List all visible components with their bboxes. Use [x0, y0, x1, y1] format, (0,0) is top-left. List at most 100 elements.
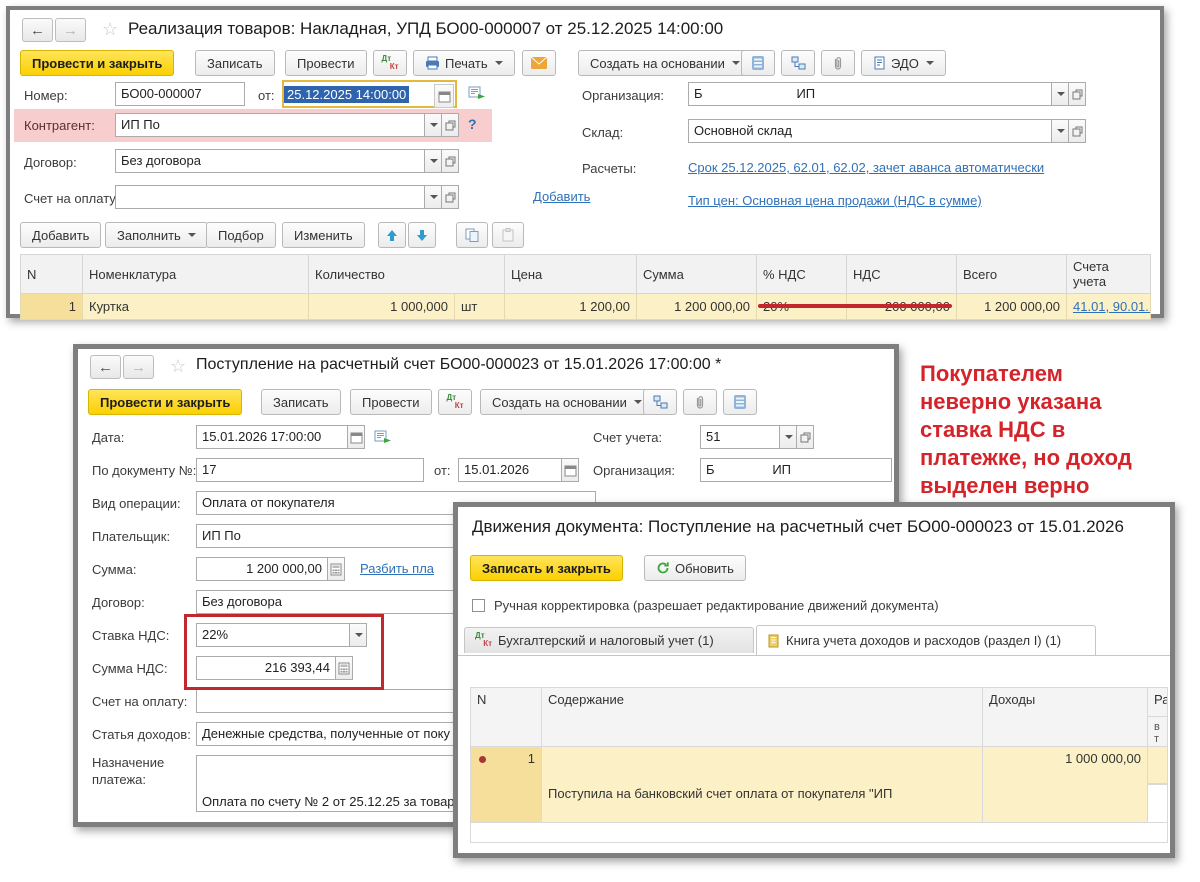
invoice-dropdown-button[interactable] [425, 185, 442, 209]
help-question-icon[interactable]: ? [468, 116, 477, 132]
counterparty-dropdown-button[interactable] [425, 113, 442, 137]
movement-expense-cell[interactable] [1147, 746, 1168, 784]
set-current-time-icon[interactable] [374, 429, 392, 449]
save-button[interactable]: Записать [195, 50, 275, 76]
calendar-icon[interactable] [562, 458, 579, 482]
col-price[interactable]: Цена [504, 254, 637, 294]
col-expense-sub[interactable]: в т [1147, 716, 1168, 747]
doc-number-field[interactable]: 17 [196, 458, 424, 482]
forward-button[interactable]: → [123, 355, 154, 379]
item-sum[interactable]: 1 200 000,00 [636, 293, 757, 320]
document-date-field[interactable]: 25.12.2025 14:00:00 [282, 80, 457, 108]
create-based-on-button[interactable]: Создать на основании [578, 50, 752, 76]
warehouse-open-button[interactable] [1069, 119, 1086, 143]
warehouse-dropdown-button[interactable] [1052, 119, 1069, 143]
contract-dropdown-button[interactable] [425, 149, 442, 173]
col-content[interactable]: Содержание [541, 687, 983, 747]
post-and-close-button[interactable]: Провести и закрыть [20, 50, 175, 76]
dtkt-postings-button[interactable]: Дт Кт [438, 389, 472, 415]
manual-adjustment-checkbox[interactable] [472, 599, 485, 612]
reports-button[interactable] [723, 389, 757, 415]
col-accounts[interactable]: Счета учета [1066, 254, 1151, 294]
calculator-icon[interactable] [328, 557, 345, 581]
pick-button[interactable]: Подбор [206, 222, 276, 248]
calendar-icon[interactable] [348, 425, 365, 449]
movement-content-cell[interactable]: Поступила на банковский счет оплата от п… [541, 746, 983, 823]
print-button[interactable]: Печать [413, 50, 515, 76]
col-income[interactable]: Доходы [982, 687, 1148, 747]
number-field[interactable]: БО00-000007 [115, 82, 245, 106]
contract-open-button[interactable] [442, 149, 459, 173]
account-dropdown-button[interactable] [780, 425, 797, 449]
add-invoice-link[interactable]: Добавить [533, 189, 590, 204]
dtkt-postings-button[interactable]: Дт Кт [373, 50, 407, 76]
tab-kudir[interactable]: Книга учета доходов и расходов (раздел I… [756, 625, 1096, 655]
counterparty-open-button[interactable] [442, 113, 459, 137]
organization-field[interactable]: Б ИП [688, 82, 1052, 106]
attachments-button[interactable] [821, 50, 855, 76]
post-and-close-button[interactable]: Провести и закрыть [88, 389, 243, 415]
save-button[interactable]: Записать [261, 389, 341, 415]
movement-marker-cell[interactable]: 1 [470, 746, 542, 823]
organization-open-button[interactable] [1069, 82, 1086, 106]
organization-field[interactable]: Б ИП [700, 458, 892, 482]
item-qty[interactable]: 1 000,000 [308, 293, 455, 320]
reports-button[interactable] [741, 50, 775, 76]
invoice-open-button[interactable] [442, 185, 459, 209]
back-button[interactable]: ← [90, 355, 121, 379]
amount-field[interactable]: 1 200 000,00 [196, 557, 328, 581]
edit-row-button[interactable]: Изменить [282, 222, 365, 248]
paste-button[interactable] [492, 222, 524, 248]
split-payment-link[interactable]: Разбить пла [360, 561, 434, 576]
item-price[interactable]: 1 200,00 [504, 293, 637, 320]
document-structure-button[interactable] [643, 389, 677, 415]
move-up-button[interactable] [378, 222, 406, 248]
warehouse-field[interactable]: Основной склад [688, 119, 1052, 143]
calendar-icon[interactable] [434, 84, 454, 108]
fill-button[interactable]: Заполнить [105, 222, 208, 248]
col-sum[interactable]: Сумма [636, 254, 757, 294]
save-and-close-button[interactable]: Записать и закрыть [470, 555, 623, 581]
favorite-star-icon[interactable]: ☆ [170, 356, 186, 377]
attachments-button[interactable] [683, 389, 717, 415]
item-total[interactable]: 1 200 000,00 [956, 293, 1067, 320]
movement-income-cell[interactable]: 1 000 000,00 [982, 746, 1148, 823]
forward-button[interactable]: → [55, 18, 86, 42]
col-vat[interactable]: НДС [846, 254, 957, 294]
add-row-button[interactable]: Добавить [20, 222, 102, 248]
col-n[interactable]: N [20, 254, 83, 294]
account-open-button[interactable] [797, 425, 814, 449]
account-field[interactable]: 51 [700, 425, 780, 449]
item-row[interactable]: 1 Куртка 1 000,000 шт 1 200,00 1 200 000… [20, 293, 1151, 320]
copy-button[interactable] [456, 222, 488, 248]
tab-accounting[interactable]: Дт Кт Бухгалтерский и налоговый учет (1) [464, 627, 754, 653]
post-button[interactable]: Провести [350, 389, 432, 415]
item-nomenclature[interactable]: Куртка [82, 293, 309, 320]
back-button[interactable]: ← [22, 18, 53, 42]
col-nomenclature[interactable]: Номенклатура [82, 254, 309, 294]
invoice-label: Счет на оплату: [24, 191, 120, 206]
settlements-link[interactable]: Срок 25.12.2025, 62.01, 62.02, зачет ава… [688, 160, 1044, 175]
refresh-button[interactable]: Обновить [644, 555, 746, 581]
contract-field[interactable]: Без договора [115, 149, 425, 173]
document-structure-button[interactable] [781, 50, 815, 76]
col-total[interactable]: Всего [956, 254, 1067, 294]
price-type-link[interactable]: Тип цен: Основная цена продажи (НДС в су… [688, 193, 982, 208]
edo-button[interactable]: ЭДО [861, 50, 946, 76]
favorite-star-icon[interactable]: ☆ [102, 19, 118, 40]
doc-date-field[interactable]: 15.01.2026 [458, 458, 562, 482]
move-down-button[interactable] [408, 222, 436, 248]
col-vat-pct[interactable]: % НДС [756, 254, 847, 294]
create-based-on-button[interactable]: Создать на основании [480, 389, 654, 415]
invoice-field[interactable] [115, 185, 425, 209]
col-expense[interactable]: Ра [1147, 687, 1168, 717]
date-field[interactable]: 15.01.2026 17:00:00 [196, 425, 348, 449]
accounts-link[interactable]: 41.01, 90.01.1, [1073, 299, 1150, 314]
set-current-time-icon[interactable] [468, 85, 486, 105]
send-email-button[interactable] [522, 50, 556, 76]
post-button[interactable]: Провести [285, 50, 367, 76]
counterparty-field[interactable]: ИП По [115, 113, 425, 137]
organization-dropdown-button[interactable] [1052, 82, 1069, 106]
col-n[interactable]: N [470, 687, 542, 747]
col-qty[interactable]: Количество [308, 254, 505, 294]
